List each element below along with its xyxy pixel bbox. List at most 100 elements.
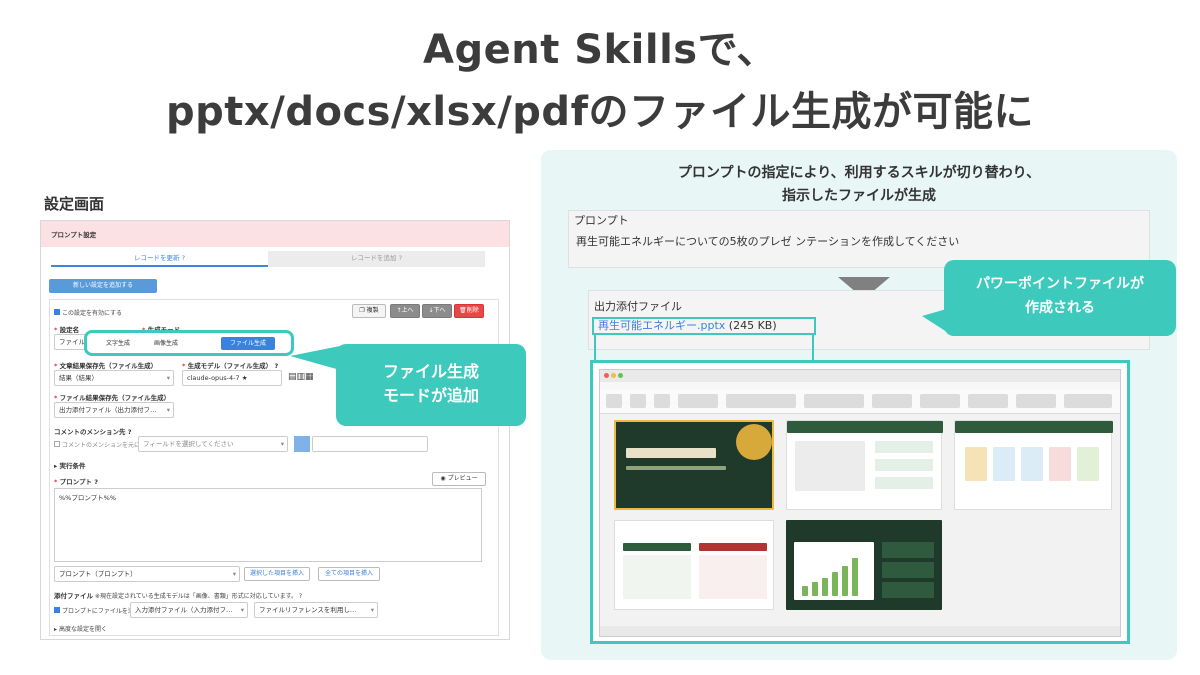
connector-right — [812, 334, 814, 362]
slide-thumbnail-4[interactable] — [614, 520, 774, 610]
text-result-select[interactable]: 結果（結果） — [54, 370, 174, 386]
headline-line-2: pptx/docs/xlsx/pdfのファイル生成が可能に — [166, 89, 1034, 135]
add-setting-button[interactable]: 新しい設定を追加する — [49, 279, 157, 293]
chart-bar — [822, 578, 828, 596]
preview-button[interactable]: ◉ プレビュー — [432, 472, 486, 486]
chart-bar — [842, 566, 848, 596]
copy-icon: ❐ — [359, 307, 365, 314]
input-attachment-select[interactable]: 入力添付ファイル（入力添付フ… — [130, 602, 248, 618]
ppt-ribbon-tabs — [600, 382, 1120, 390]
slide-header-bar — [787, 421, 943, 433]
slide-title-bar — [626, 448, 716, 458]
doc-icon: ▤ — [288, 372, 297, 382]
enable-setting-checkbox[interactable]: この設定を有効にする — [54, 308, 122, 317]
arrange-icon[interactable] — [920, 394, 960, 408]
find-icon[interactable] — [1016, 394, 1056, 408]
setting-name-label-text: 設定名 — [59, 326, 80, 334]
prompt-label-text: プロンプト — [59, 478, 92, 486]
record-tabs: レコードを更新 ? レコードを追加 ? — [51, 251, 485, 267]
designer-icon[interactable] — [1064, 394, 1112, 408]
tab-update-record[interactable]: レコードを更新 ? — [51, 251, 268, 267]
font-controls-icon[interactable] — [726, 394, 796, 408]
result-heading-line-2: 指示したファイルが生成 — [782, 188, 936, 204]
doc-icon: ▦ — [305, 372, 314, 382]
energy-card-icon — [1049, 447, 1071, 481]
file-result-select[interactable]: 出力添付ファイル（出力添付フ… — [54, 402, 174, 418]
energy-card-icon — [993, 447, 1015, 481]
tab-add-label: レコードを追加 — [350, 254, 397, 262]
mention-user-input[interactable] — [312, 436, 428, 452]
insert-all-button[interactable]: 全ての項目を挿入 — [318, 567, 380, 581]
prompt-field-select[interactable]: プロンプト（プロンプト） — [54, 566, 240, 582]
mode-option-image[interactable]: 画像生成 — [143, 337, 189, 350]
energy-card-icon — [1021, 447, 1043, 481]
move-up-button[interactable]: ↑上へ — [390, 304, 420, 318]
help-icon: ? — [127, 428, 132, 436]
prompt-textarea-value: %%プロンプト%% — [59, 494, 117, 502]
move-up-label: 上へ — [401, 307, 414, 314]
help-icon: ? — [94, 478, 99, 486]
slide-chart-area — [794, 542, 874, 600]
section-header: プロンプト設定 — [41, 221, 509, 247]
energy-card-icon — [1077, 447, 1099, 481]
slide-thumbnail-1[interactable] — [614, 420, 774, 510]
layout-icon[interactable] — [678, 394, 718, 408]
duplicate-button[interactable]: ❐ 複製 — [352, 304, 386, 318]
output-file-size: (245 KB) — [728, 319, 777, 332]
slide-thumbnail-5[interactable] — [786, 520, 942, 610]
insert-selected-button[interactable]: 選択した項目を挿入 — [244, 567, 310, 581]
callout-pptx-line-1: パワーポイントファイルが — [976, 276, 1144, 292]
settings-panel: プロンプト設定 レコードを更新 ? レコードを追加 ? 新しい設定を追加する こ… — [40, 220, 510, 640]
tab-add-record[interactable]: レコードを追加 ? — [268, 251, 485, 267]
shapes-icon[interactable] — [872, 394, 912, 408]
prompt-field-value[interactable]: 再生可能エネルギーについての5枚のプレゼ ンテーションを作成してください — [576, 232, 1142, 252]
callout-mode-tail — [290, 346, 340, 370]
paste-icon[interactable] — [606, 394, 622, 408]
setting-name-label: * 設定名 — [54, 326, 80, 334]
prompt-textarea[interactable]: %%プロンプト%% — [54, 488, 482, 562]
comment-mention-label: コメントのメンション先 ? — [54, 426, 132, 436]
field-select[interactable]: フィールドを選択してください — [138, 436, 288, 452]
minimize-icon[interactable] — [611, 373, 616, 378]
caret-right-icon: ▸ — [54, 626, 58, 633]
connector-left — [594, 334, 596, 362]
maximize-icon[interactable] — [618, 373, 623, 378]
slide-list-item — [875, 477, 933, 489]
output-file-link[interactable]: 再生可能エネルギー.pptx — [598, 319, 725, 332]
slide-stat-card — [882, 562, 934, 578]
new-slide-icon[interactable] — [654, 394, 670, 408]
move-down-button[interactable]: ↓下へ — [422, 304, 452, 318]
slide-thumbnail-2[interactable] — [786, 420, 943, 510]
powerpoint-window — [599, 369, 1121, 637]
slide-thumbnail-3[interactable] — [954, 420, 1113, 510]
styles-icon[interactable] — [968, 394, 1008, 408]
headline-line-1: Agent Skillsで、 — [423, 27, 777, 73]
run-condition-toggle[interactable]: ▸ 実行条件 — [54, 460, 86, 470]
paragraph-controls-icon[interactable] — [804, 394, 864, 408]
cut-icon[interactable] — [630, 394, 646, 408]
slide-stat-card — [882, 582, 934, 598]
text-result-label-text: 文章結果保存先（ファイル生成） — [59, 362, 158, 370]
powerpoint-preview — [590, 360, 1130, 644]
advanced-settings-toggle[interactable]: ▸ 高度な設定を開く — [54, 624, 107, 633]
slide-stat-card — [882, 542, 934, 558]
mode-option-file[interactable]: ファイル生成 — [221, 337, 275, 350]
help-icon: ? — [274, 362, 279, 370]
callout-mode-line-1: ファイル生成 — [382, 362, 479, 381]
slide-header-bar — [955, 421, 1113, 433]
ppt-titlebar — [600, 370, 1120, 382]
model-input[interactable]: claude-opus-4-7 ★ — [182, 370, 282, 386]
text-result-label: * 文章結果保存先（ファイル生成） — [54, 362, 158, 370]
delete-button[interactable]: 🗑削除 — [454, 304, 484, 318]
mode-option-text[interactable]: 文字生成 — [95, 337, 141, 350]
file-reference-select[interactable]: ファイルリファレンスを利用し… — [254, 602, 378, 618]
output-attachment-label: 出力添付ファイル — [594, 300, 682, 313]
slide-subtitle-bar — [626, 466, 726, 470]
callout-pptx-line-2: 作成される — [1025, 300, 1095, 316]
comment-mention-label-text: コメントのメンション先 — [54, 428, 126, 436]
close-icon[interactable] — [604, 373, 609, 378]
output-file[interactable]: 再生可能エネルギー.pptx (245 KB) — [592, 317, 816, 335]
eye-icon: ◉ — [440, 475, 446, 482]
user-icon[interactable] — [294, 436, 310, 452]
prompt-field-label: プロンプト — [574, 214, 629, 227]
